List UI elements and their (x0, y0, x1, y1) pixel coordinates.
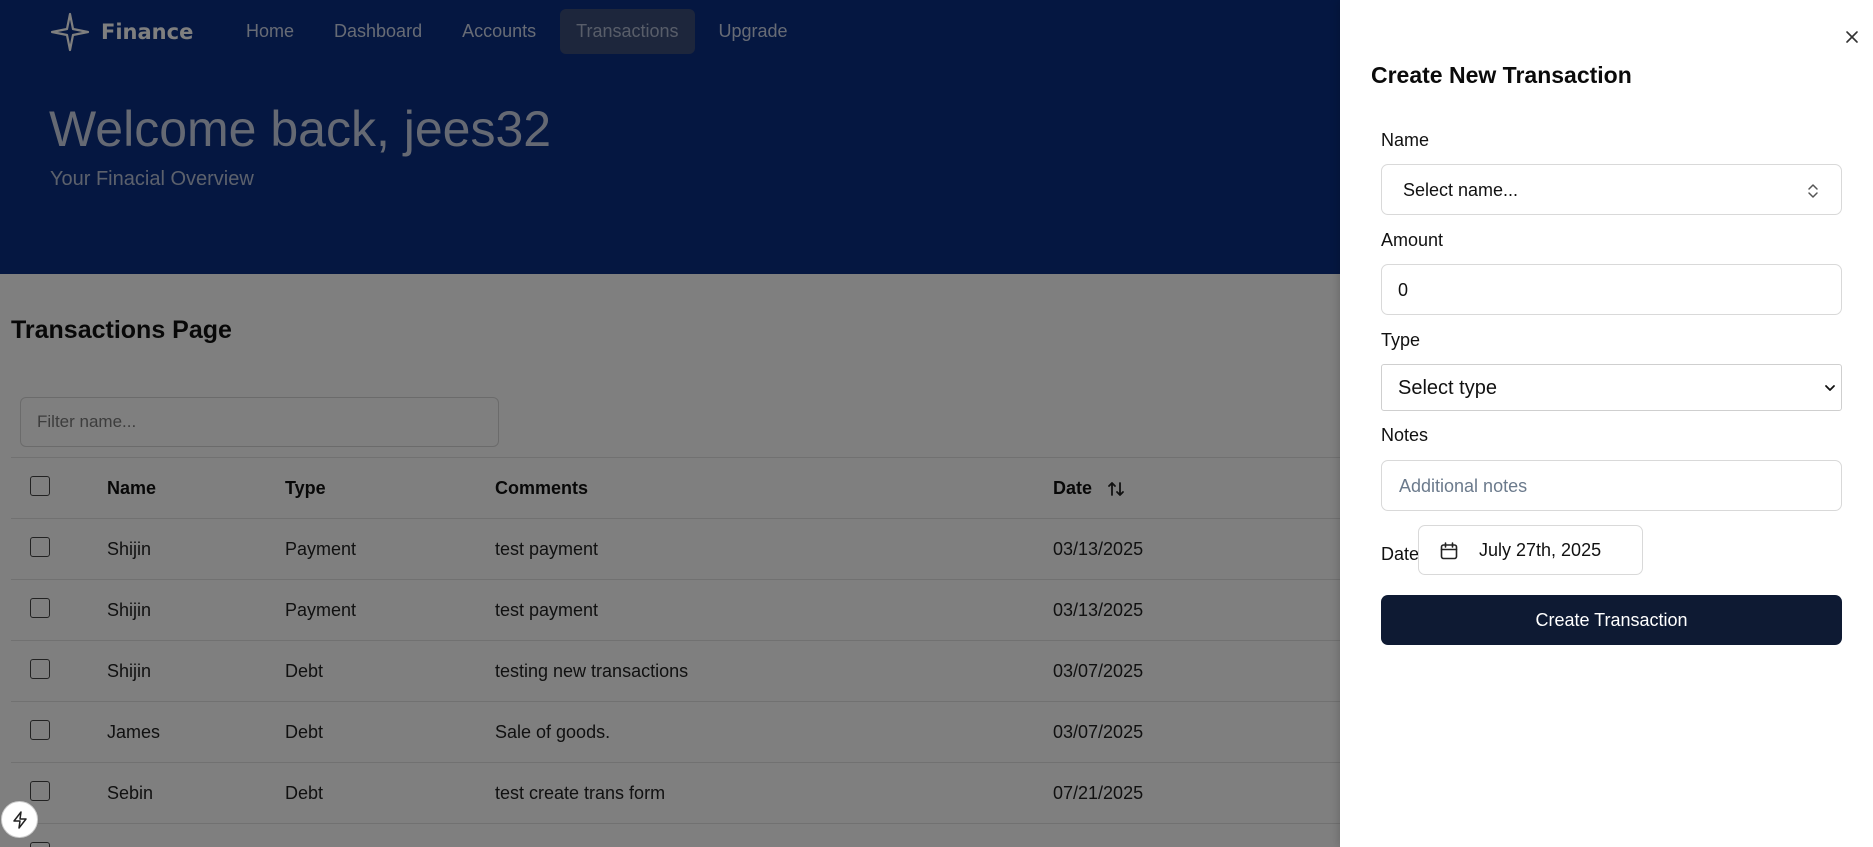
date-picker-button[interactable]: July 27th, 2025 (1418, 525, 1643, 575)
amount-input[interactable]: 0 (1381, 264, 1842, 315)
floating-action-button[interactable] (1, 801, 38, 838)
amount-label: Amount (1381, 230, 1444, 250)
chevrons-up-down-icon (1808, 184, 1818, 198)
close-drawer-button[interactable] (1843, 28, 1861, 46)
lightning-bolt-icon (12, 810, 27, 829)
notes-label: Notes (1381, 425, 1429, 445)
amount-value: 0 (1398, 280, 1409, 300)
name-label: Name (1381, 130, 1430, 150)
chevron-down-icon (1825, 385, 1835, 391)
notes-placeholder: Additional notes (1399, 476, 1528, 496)
type-label: Type (1381, 330, 1421, 350)
date-label: Date (1381, 544, 1420, 564)
close-icon (1846, 31, 1858, 43)
type-select[interactable]: Select type (1381, 364, 1842, 411)
calendar-icon (1440, 542, 1458, 560)
date-value: July 27th, 2025 (1479, 540, 1602, 560)
create-transaction-drawer (1340, 0, 1873, 847)
type-select-value: Select type (1398, 377, 1497, 399)
notes-input[interactable]: Additional notes (1381, 460, 1842, 511)
name-select[interactable]: Select name... (1381, 164, 1842, 215)
name-select-value: Select name... (1403, 180, 1519, 200)
create-transaction-button[interactable]: Create Transaction (1381, 595, 1842, 645)
drawer-title: Create New Transaction (1371, 62, 1632, 88)
